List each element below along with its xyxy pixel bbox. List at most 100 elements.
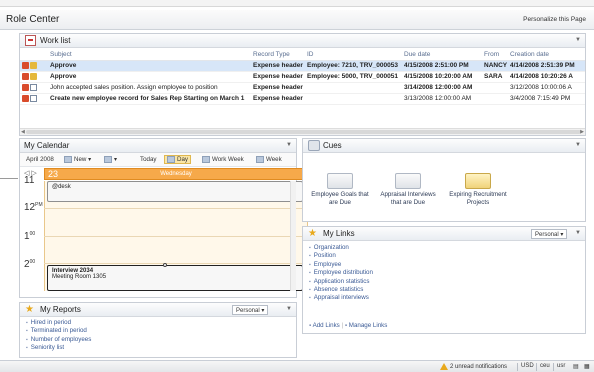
work-week-button[interactable]: Work Week — [202, 156, 244, 163]
lock-icon — [30, 72, 37, 80]
alert-icon — [22, 72, 29, 80]
personalize-page-link[interactable]: Personalize this Page — [523, 16, 586, 23]
table-row[interactable]: Approve Expense header Employee: 7210, T… — [20, 60, 585, 72]
report-seniority-list[interactable]: Seniority list — [26, 344, 91, 352]
cues-panel: Cues ▼ Employee Goals that are Due Appra… — [302, 138, 586, 222]
cue-employee-goals[interactable]: Employee Goals that are Due — [307, 173, 373, 207]
view-options-button[interactable]: ▾ — [104, 156, 117, 163]
appointment-interview[interactable]: Interview 2034 Meeting Room 1305 — [47, 265, 303, 291]
chevron-down-icon[interactable]: ▼ — [575, 230, 581, 236]
column-from[interactable]: From — [482, 49, 508, 61]
my-links-title: My Links — [323, 229, 355, 238]
my-reports-panel: ★ My Reports Personal ▾ ▼ Hired in perio… — [19, 302, 297, 358]
layout-icon[interactable]: ▤ — [573, 363, 579, 370]
chevron-down-icon[interactable]: ▼ — [286, 142, 292, 148]
alert-icon — [22, 61, 29, 69]
column-record-type[interactable]: Record Type — [251, 49, 305, 61]
calendar-day-grid[interactable]: 11 12PM 100 200 @desk Interview 2034 Mee… — [20, 175, 308, 291]
calendar-header: My Calendar ▼ — [20, 139, 296, 153]
row-icons — [20, 60, 48, 72]
appointment-title: @desk — [52, 184, 71, 190]
calendar-day-navigation: ◁ ▷ 23 Wednesday — [20, 168, 308, 180]
column-due-date[interactable]: Due date — [402, 49, 482, 61]
scroll-left-icon[interactable]: ◀ — [21, 129, 25, 135]
column-id[interactable]: ID — [305, 49, 402, 61]
scrollbar-thumb[interactable] — [26, 130, 581, 134]
calendar-toolbar: April 2008 New ▾ ▾ Today Day Work Week W… — [20, 153, 296, 167]
chevron-down-icon[interactable]: ▼ — [575, 37, 581, 43]
work-list-header-row: Subject Record Type ID Due date From Cre… — [20, 49, 585, 61]
cue-label: Appraisal Interviews that are Due — [380, 191, 436, 206]
week-icon — [256, 156, 264, 163]
manage-links-link[interactable]: Manage Links — [349, 322, 388, 329]
table-row[interactable]: Create new employee record for Sales Rep… — [20, 93, 585, 105]
cell-record-type: Expense header — [251, 71, 305, 83]
cue-expiring-recruitment[interactable]: Expiring Recruitment Projects — [445, 173, 511, 207]
scroll-right-icon[interactable]: ▶ — [580, 129, 584, 135]
cell-record-type: Expense header — [251, 60, 305, 72]
my-links-header: ★ My Links Personal ▾ ▼ — [303, 227, 585, 241]
links-filter-dropdown[interactable]: Personal ▾ — [531, 229, 568, 239]
report-hired-in-period[interactable]: Hired in period — [26, 319, 91, 327]
dropdown-value: Personal — [236, 308, 260, 314]
my-reports-header: ★ My Reports Personal ▾ ▼ — [20, 303, 296, 317]
reports-filter-dropdown[interactable]: Personal ▾ — [232, 305, 269, 315]
links-footer: ▪ Add Links | ▪ Manage Links — [309, 322, 387, 329]
cell-due-date: 4/15/2008 10:20:00 AM — [402, 71, 482, 83]
hour-line — [44, 236, 308, 237]
day-name: Wednesday — [160, 171, 192, 177]
role-center-header: Role Center Personalize this Page — [0, 10, 594, 30]
document-icon — [30, 83, 37, 91]
company-indicator[interactable]: ceu — [540, 363, 550, 369]
cue-appraisal-interviews[interactable]: Appraisal Interviews that are Due — [375, 173, 441, 207]
user-indicator[interactable]: usr — [557, 363, 565, 369]
cell-due-date: 3/14/2008 12:00:00 AM — [402, 82, 482, 94]
report-number-of-employees[interactable]: Number of employees — [26, 336, 92, 344]
cues-title: Cues — [323, 141, 342, 150]
link-organization[interactable]: Organization — [309, 244, 373, 252]
hour-11: 11 — [24, 175, 35, 186]
calendar-title: My Calendar — [24, 141, 70, 150]
today-button[interactable]: Today — [140, 156, 157, 163]
column-creation-date[interactable]: Creation date — [508, 49, 585, 61]
chevron-down-icon[interactable]: ▼ — [286, 306, 292, 312]
week-button[interactable]: Week — [256, 156, 282, 163]
cue-label: Expiring Recruitment Projects — [449, 191, 507, 206]
column-subject[interactable]: Subject — [48, 49, 251, 61]
cell-subject: Create new employee record for Sales Rep… — [48, 93, 251, 105]
link-position[interactable]: Position — [309, 252, 373, 260]
month-label: April 2008 — [26, 156, 54, 163]
day-view-button[interactable]: Day — [164, 155, 192, 165]
cues-icon — [308, 140, 320, 151]
cell-id: Employee: 5000, TRV_000051 — [305, 71, 402, 83]
reports-list: Hired in period Terminated in period Num… — [26, 319, 92, 353]
vertical-scrollbar[interactable] — [290, 181, 296, 291]
new-button[interactable]: New ▾ — [64, 156, 91, 163]
add-links-link[interactable]: Add Links — [313, 322, 340, 329]
notifications-indicator[interactable]: 2 unread notifications — [440, 363, 507, 370]
lock-icon — [30, 61, 37, 69]
day-header: 23 Wednesday — [44, 168, 308, 180]
link-application-statistics[interactable]: Application statistics — [309, 278, 373, 286]
horizontal-scrollbar[interactable]: ◀ ▶ — [20, 128, 585, 135]
cell-record-type: Expense header — [251, 93, 305, 105]
link-appraisal-interviews[interactable]: Appraisal interviews — [309, 294, 373, 302]
edge-mark — [0, 178, 18, 179]
table-row[interactable]: Approve Expense header Employee: 5000, T… — [20, 71, 585, 83]
chevron-down-icon[interactable]: ▼ — [575, 142, 581, 148]
cue-stack-icon — [327, 173, 353, 189]
link-employee-distribution[interactable]: Employee distribution — [309, 269, 373, 277]
resize-handle[interactable] — [163, 263, 167, 267]
cell-creation-date: 3/12/2008 10:00:06 A — [508, 82, 585, 94]
table-row[interactable]: John accepted sales position. Assign emp… — [20, 82, 585, 94]
appointment-desk[interactable]: @desk — [47, 181, 303, 202]
currency-indicator[interactable]: USD — [521, 363, 534, 369]
lock-icon[interactable]: ▦ — [584, 363, 590, 370]
hour-label: 11 — [24, 175, 34, 186]
new-icon — [64, 156, 72, 163]
hour-suffix: PM — [35, 202, 43, 208]
cell-from — [482, 82, 508, 94]
link-employee[interactable]: Employee — [309, 261, 373, 269]
link-absence-statistics[interactable]: Absence statistics — [309, 286, 373, 294]
report-terminated-in-period[interactable]: Terminated in period — [26, 327, 91, 335]
